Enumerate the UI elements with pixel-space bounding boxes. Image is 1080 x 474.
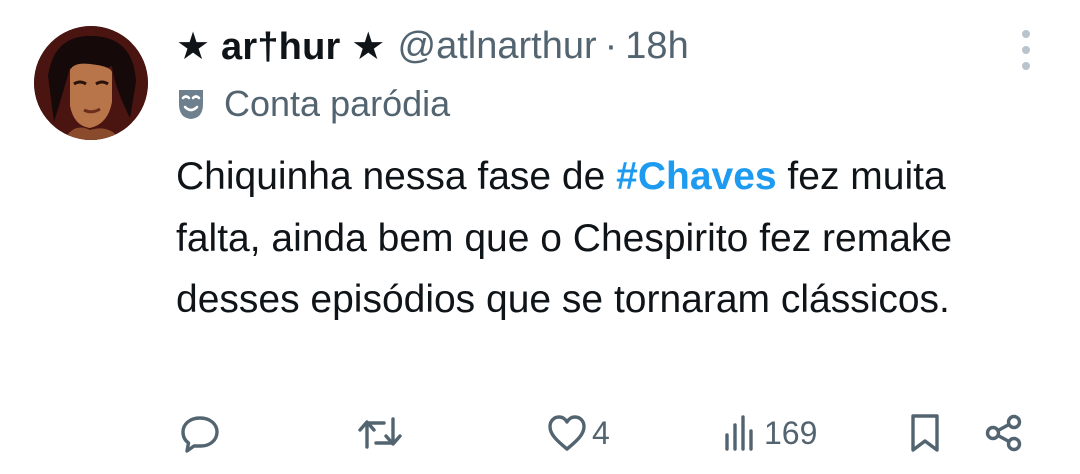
parody-label-text: Conta paródia bbox=[224, 83, 451, 124]
tweet-card[interactable]: ★ ar†hur ★ @atlnarthur · 18h Conta paród… bbox=[0, 0, 1080, 474]
action-bar: 4 169 bbox=[0, 408, 1080, 458]
views-icon bbox=[722, 413, 760, 453]
share-icon bbox=[984, 413, 1024, 453]
tweet-text: Chiquinha nessa fase de #Chaves fez muit… bbox=[176, 146, 1036, 331]
display-name[interactable]: ★ ar†hur ★ bbox=[176, 24, 386, 69]
avatar-image bbox=[34, 26, 148, 140]
retweet-button[interactable] bbox=[356, 408, 404, 458]
tweet-text-before: Chiquinha nessa fase de bbox=[176, 155, 617, 198]
parody-label: Conta paródia bbox=[176, 80, 450, 128]
heart-icon bbox=[546, 413, 588, 453]
hashtag-link[interactable]: #Chaves bbox=[616, 155, 776, 198]
bookmark-icon bbox=[908, 412, 942, 454]
tweet-header: ★ ar†hur ★ @atlnarthur · 18h bbox=[176, 20, 689, 72]
like-button[interactable]: 4 bbox=[546, 408, 610, 458]
more-options-icon[interactable] bbox=[1016, 30, 1036, 70]
avatar[interactable] bbox=[34, 26, 148, 140]
bookmark-button[interactable] bbox=[908, 408, 942, 458]
views-button[interactable]: 169 bbox=[722, 408, 817, 458]
reply-button[interactable] bbox=[180, 408, 220, 458]
user-handle[interactable]: @atlnarthur bbox=[398, 25, 597, 68]
like-count: 4 bbox=[592, 414, 610, 451]
theater-mask-icon bbox=[176, 87, 206, 121]
timestamp[interactable]: 18h bbox=[625, 25, 688, 68]
views-count: 169 bbox=[764, 414, 818, 451]
separator-dot: · bbox=[604, 24, 618, 67]
share-button[interactable] bbox=[984, 408, 1024, 458]
reply-icon bbox=[180, 413, 220, 453]
retweet-icon bbox=[356, 413, 404, 453]
